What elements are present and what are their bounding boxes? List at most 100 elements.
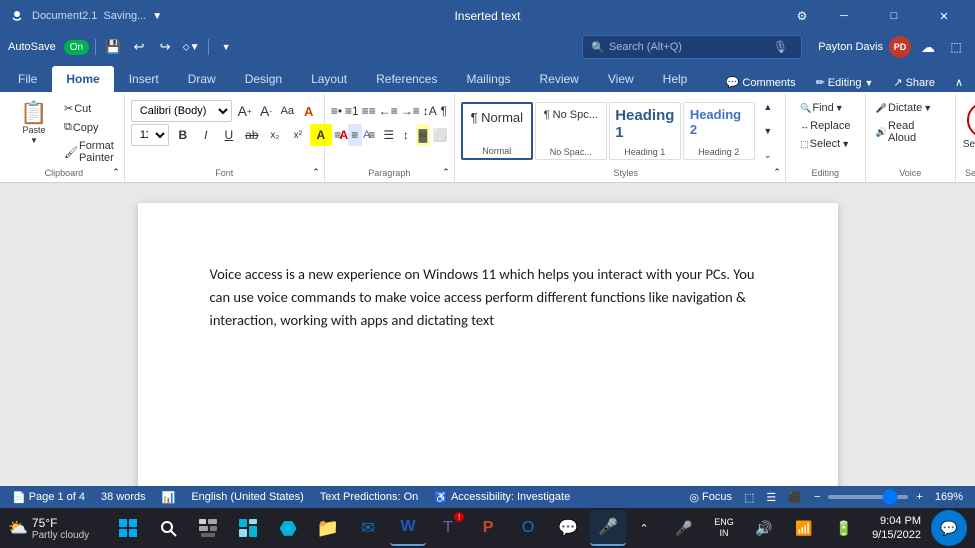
shading-button[interactable]: ▓ [416, 124, 430, 146]
copy-button[interactable]: ⧉ Copy [60, 119, 118, 136]
volume-icon[interactable]: 🔊 [746, 510, 782, 546]
status-text-predictions[interactable]: Text Predictions: On [316, 491, 422, 503]
tab-mailings[interactable]: Mailings [452, 66, 524, 92]
start-button[interactable] [110, 510, 146, 546]
read-aloud-button[interactable]: 🔊 Read Aloud [872, 118, 949, 146]
status-page[interactable]: 📄 Page 1 of 4 [8, 491, 89, 504]
decrease-indent-button[interactable]: ←≡ [379, 100, 398, 122]
tab-review[interactable]: Review [526, 66, 593, 92]
focus-button[interactable]: ◎ Focus [685, 491, 736, 504]
show-hidden-icons-button[interactable]: ⌃ [626, 510, 662, 546]
tab-view[interactable]: View [594, 66, 648, 92]
more-tools-icon[interactable]: ⬦▼ [180, 36, 202, 58]
view-web-button[interactable]: ⬛ [784, 491, 806, 504]
zoom-level[interactable]: 169% [931, 491, 967, 503]
save-icon[interactable]: 💾 [102, 36, 124, 58]
tab-design[interactable]: Design [231, 66, 296, 92]
align-center-button[interactable]: ≡ [348, 124, 362, 146]
zoom-out-button[interactable]: − [810, 491, 824, 503]
dictate-button[interactable]: 🎤 Dictate ▼ [872, 100, 936, 116]
multilevel-button[interactable]: ≡≡ [362, 100, 376, 122]
close-button[interactable]: ✕ [921, 0, 967, 32]
increase-indent-button[interactable]: →≡ [401, 100, 420, 122]
styles-scroll-up[interactable]: ▲ [757, 96, 779, 118]
clipboard-expand-icon[interactable]: ⌃ [112, 167, 120, 178]
search-input[interactable] [609, 41, 769, 53]
task-view-button[interactable] [190, 510, 226, 546]
mic-tray-icon[interactable]: 🎤 [666, 510, 702, 546]
autosave-toggle[interactable]: On [64, 40, 89, 55]
layout-icon[interactable]: ⬚ [945, 36, 967, 58]
editing-button[interactable]: ✏ Editing ▼ [808, 73, 882, 92]
share-button[interactable]: ↗ Share [885, 73, 943, 92]
styles-scroll-down[interactable]: ▼ [757, 120, 779, 142]
mail-button[interactable]: ✉ [350, 510, 386, 546]
zoom-slider[interactable] [828, 495, 908, 499]
superscript-button[interactable]: x² [287, 124, 309, 146]
paste-button[interactable]: 📋 Paste ▼ [10, 100, 58, 147]
edge-browser-button[interactable]: ⬣ [270, 510, 306, 546]
styles-expand[interactable]: ⌄ [757, 144, 779, 166]
align-right-button[interactable]: ≡ [365, 124, 379, 146]
tab-file[interactable]: File [4, 66, 51, 92]
tab-draw[interactable]: Draw [174, 66, 230, 92]
search-box[interactable]: 🔍 🎙 [582, 35, 802, 59]
document-text[interactable]: Voice access is a new experience on Wind… [210, 263, 766, 333]
redo-icon[interactable]: ↪ [154, 36, 176, 58]
format-painter-button[interactable]: 🖌 Format Painter [60, 138, 118, 166]
battery-icon[interactable]: 🔋 [826, 510, 862, 546]
font-size-select[interactable]: 11 [131, 124, 169, 146]
font-family-select[interactable]: Calibri (Body) [131, 100, 233, 122]
minimize-button[interactable]: ─ [821, 0, 867, 32]
numbering-button[interactable]: ≡1 [345, 100, 359, 122]
paragraph-expand-icon[interactable]: ⌃ [442, 167, 450, 178]
font-expand-icon[interactable]: ⌃ [312, 167, 320, 178]
strikethrough-button[interactable]: ab [241, 124, 263, 146]
change-case-button[interactable]: Aa [278, 100, 296, 122]
replace-button[interactable]: ↔ Replace [796, 118, 854, 134]
user-avatar[interactable]: PD [889, 36, 911, 58]
bullets-button[interactable]: ≡• [331, 100, 342, 122]
font-grow-button[interactable]: A+ [235, 100, 253, 122]
font-shrink-button[interactable]: A- [257, 100, 275, 122]
underline-button[interactable]: U [218, 124, 240, 146]
subscript-button[interactable]: x₂ [264, 124, 286, 146]
italic-button[interactable]: I [195, 124, 217, 146]
tab-insert[interactable]: Insert [115, 66, 173, 92]
word-button[interactable]: W [390, 510, 426, 546]
style-heading2[interactable]: Heading 2 Heading 2 [683, 102, 755, 160]
status-accessibility[interactable]: ♿ Accessibility: Investigate [430, 491, 574, 504]
sensitivity-button[interactable]: 🛡 Sensitivity [959, 100, 975, 152]
bold-button[interactable]: B [172, 124, 194, 146]
justify-button[interactable]: ☰ [382, 124, 396, 146]
zoom-in-button[interactable]: + [912, 491, 926, 503]
network-icon[interactable]: 📶 [786, 510, 822, 546]
document-page[interactable]: Voice access is a new experience on Wind… [138, 203, 838, 486]
line-spacing-button[interactable]: ↕ [399, 124, 413, 146]
status-words[interactable]: 38 words [97, 491, 150, 503]
powerpoint-button[interactable]: P [470, 510, 506, 546]
view-reader-button[interactable]: ☰ [762, 491, 780, 504]
notification-button[interactable]: 💬 [931, 510, 967, 546]
clear-format-button[interactable]: A [299, 100, 317, 122]
maximize-button[interactable]: □ [871, 0, 917, 32]
undo-icon[interactable]: ↩ [128, 36, 150, 58]
style-heading1[interactable]: Heading 1 Heading 1 [609, 102, 681, 160]
styles-expand-icon[interactable]: ⌃ [773, 167, 781, 178]
select-button[interactable]: ⬚ Select ▼ [796, 136, 854, 152]
status-language[interactable]: English (United States) [187, 491, 308, 503]
title-dropdown-icon[interactable]: ▼ [152, 11, 162, 22]
tab-home[interactable]: Home [52, 66, 113, 92]
settings-button[interactable]: ⚙ [787, 1, 817, 31]
more-apps-button[interactable]: 💬 [550, 510, 586, 546]
weather-widget[interactable]: ⛅ 75°F Partly cloudy [8, 516, 89, 541]
qa-extra-icon[interactable]: ▼ [215, 36, 237, 58]
align-left-button[interactable]: ≡ [331, 124, 345, 146]
style-no-spacing[interactable]: ¶ No Spc... No Spac... [535, 102, 607, 160]
mic-icon[interactable]: 🎙 [773, 40, 788, 54]
tab-help[interactable]: Help [649, 66, 702, 92]
tab-references[interactable]: References [362, 66, 451, 92]
taskbar-search-button[interactable] [150, 510, 186, 546]
file-explorer-button[interactable]: 📁 [310, 510, 346, 546]
cut-button[interactable]: ✂ Cut [60, 100, 118, 117]
